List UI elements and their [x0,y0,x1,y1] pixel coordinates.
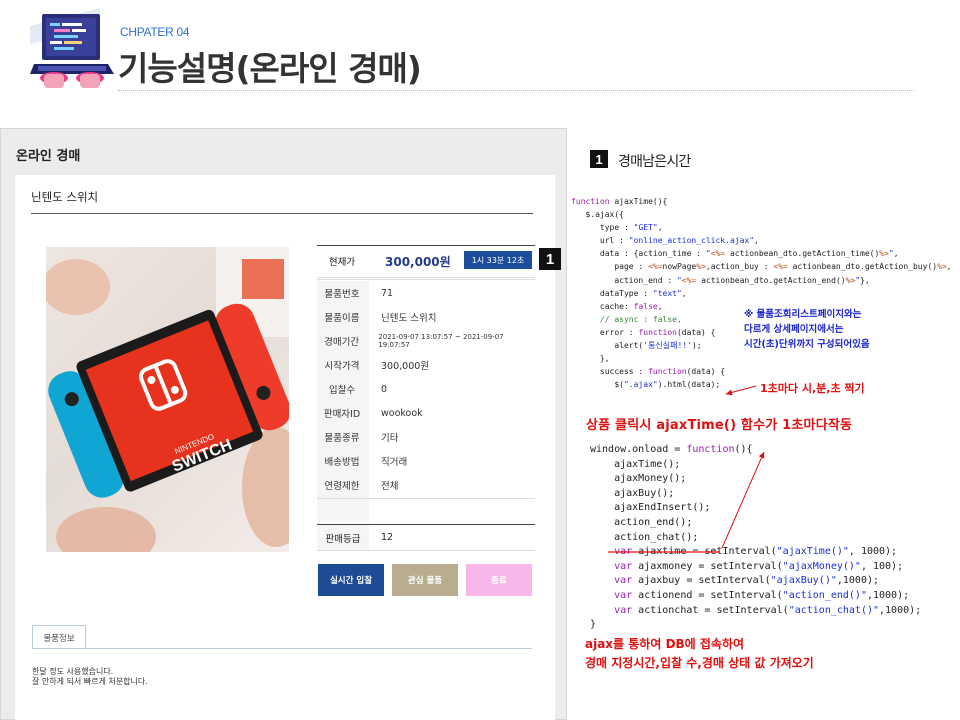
note-tick-every-second: 1초마다 시,분,초 찍기 [760,382,865,395]
product-name: 닌텐도 스위치 [31,190,99,204]
window-onload-code: window.onload = function(){ ajaxTime(); … [590,444,922,631]
info-row-label: 판매자ID [323,409,361,420]
callout-marker-1: 1 [539,248,561,270]
section-title: 경매남은시간 [618,154,691,170]
info-row-value: wookook [381,407,423,419]
product-name-divider [31,213,533,214]
info-row-label: 물품종류 [324,433,360,444]
seller-grade-label: 판매등급 [317,525,369,550]
chapter-label: CHPATER 04 [120,25,190,39]
info-divider [317,277,535,278]
info-row-value: 직거래 [381,457,408,468]
info-row-value: 71 [381,287,394,299]
description-line: 한달 정도 사용했습니다. [32,667,114,676]
info-row: 시작가격 300,000원 [317,353,535,377]
tab-product-info[interactable]: 물품정보 [32,625,86,649]
info-row: 물품번호 71 [317,281,535,305]
page-title: 기능설명(온라인 경매) [118,49,422,88]
info-row: 입찰수 0 [317,377,535,401]
note-line: 시간(초)단위까지 구성되어있음 [744,339,870,350]
info-table-top-border [317,245,535,246]
info-row-value: 2021-09-07 13:07:57 ~ 2021-09-07 19:07:5… [378,333,504,349]
current-price-label: 현재가 [328,257,356,268]
auction-page-title: 온라인 경매 [16,149,81,164]
info-row-label: 물품이름 [324,313,360,324]
info-row: 배송방법 직거래 [317,449,535,473]
info-row-label: 경매기간 [324,337,360,348]
info-row-label: 입찰수 [328,385,356,396]
note-line: ajax를 통하여 DB에 접속하여 [585,637,745,651]
info-row: 판매자ID wookook [317,401,535,425]
info-row-value: 기타 [381,433,399,444]
seller-grade-row: 판매등급 12 [317,525,535,551]
info-row: 연령제한 전체 [317,473,535,497]
info-row-label: 배송방법 [324,457,360,468]
description-line: 잘 안하게 되서 빠르게 처분합니다. [32,677,148,686]
info-row-value: 닌텐도 스위치 [381,313,437,324]
section-marker-1: 1 [590,150,608,168]
note-seconds-unit: ※ 물품조회리스트페이지와는 다르게 상세페이지에서는 시간(초)단위까지 구성… [744,307,870,352]
info-row-label: 연령제한 [324,481,360,492]
note-line: 다르게 상세페이지에서는 [744,324,844,335]
remaining-time-badge: 1시 33분 12초 [464,251,532,269]
product-photo: NINTENDO SWITCH [46,247,289,552]
auction-page-screenshot: 온라인 경매 닌텐도 스위치 NINTENDO SWITCH 현재가 300,0… [0,128,567,720]
info-row-value: 300,000원 [381,361,430,372]
header-divider [118,90,914,91]
product-card: 닌텐도 스위치 NINTENDO SWITCH 현재가 300,000원 1시 … [15,175,555,720]
info-row-label: 물품번호 [324,289,360,300]
live-bid-button[interactable]: 실시간 입찰 [318,564,384,596]
note-line: 경매 지정시간,입찰 수,경매 상태 값 가져오기 [585,656,814,670]
note-line: ※ 물품조회리스트페이지와는 [744,309,862,320]
info-row: 물품종류 기타 [317,425,535,449]
current-price-value: 300,000원 [385,254,451,269]
info-row-value: 전체 [381,481,399,492]
tab-divider [32,648,532,649]
info-row: 물품이름 닌텐도 스위치 [317,305,535,329]
note-click-trigger: 상품 클릭시 ajaxTime() 함수가 1초마다작동 [586,418,853,433]
add-favorite-button[interactable]: 관심 물품 [392,564,458,596]
product-description: 한달 정도 사용했습니다. 잘 안하게 되서 빠르게 처분합니다. [32,667,148,687]
info-divider [317,498,535,499]
info-row-value: 0 [381,383,388,395]
nintendo-switch-image: NINTENDO SWITCH [46,247,289,552]
end-auction-button[interactable]: 종료 [466,564,532,596]
info-divider [317,279,535,280]
seller-grade-value: 12 [381,532,394,543]
info-row: 경매기간 2021-09-07 13:07:57 ~ 2021-09-07 19… [317,329,535,353]
info-row-label: 시작가격 [324,361,360,372]
ajax-time-code: function ajaxTime(){ $.ajax({ type : "GE… [571,197,952,390]
note-db-access: ajax를 통하여 DB에 접속하여 경매 지정시간,입찰 수,경매 상태 값 … [585,635,814,673]
laptop-coding-icon [30,8,114,88]
